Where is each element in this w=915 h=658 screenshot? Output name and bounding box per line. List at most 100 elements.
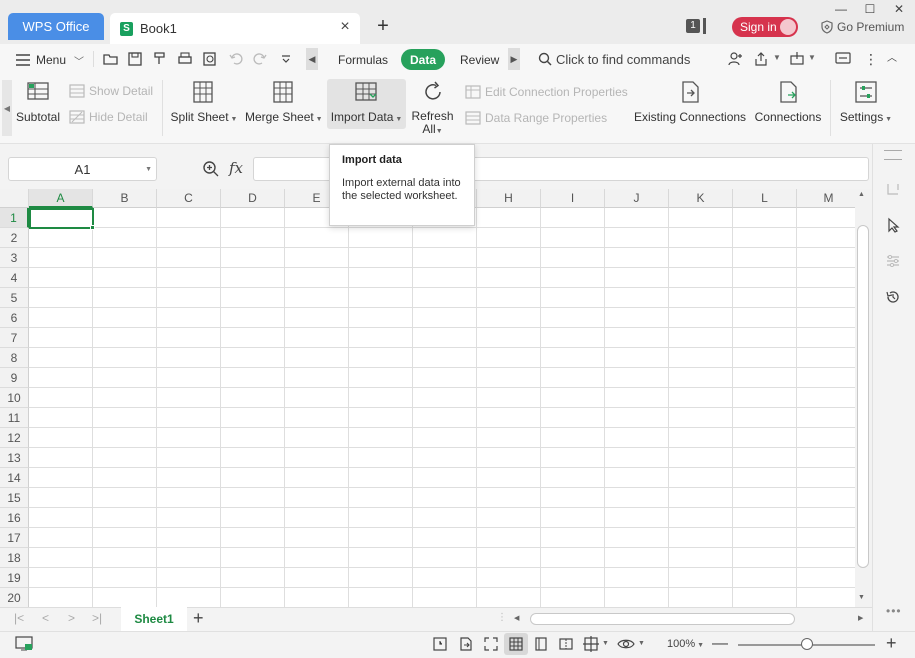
add-user-icon[interactable] (726, 50, 744, 68)
format-painter-icon[interactable] (151, 50, 169, 68)
column-header[interactable]: J (605, 189, 669, 208)
row-header[interactable]: 6 (0, 308, 29, 328)
freeze-dropdown-icon[interactable]: ▼ (602, 640, 609, 647)
share-dropdown-icon[interactable]: ▼ (773, 53, 781, 62)
tab-wps-office[interactable]: WPS Office (8, 13, 104, 40)
export-dropdown-icon[interactable]: ▼ (808, 53, 816, 62)
ribbon-scroll-right-icon[interactable]: ▶ (508, 48, 520, 70)
row-header[interactable]: 16 (0, 508, 29, 528)
horizontal-scroll-thumb[interactable] (530, 613, 795, 625)
ribbon-scroll-left-icon[interactable]: ◀ (306, 48, 318, 70)
column-header[interactable]: C (157, 189, 221, 208)
tab-review[interactable]: Review (460, 51, 499, 69)
row-header[interactable]: 17 (0, 528, 29, 548)
row-header[interactable]: 7 (0, 328, 29, 348)
scroll-up-icon[interactable]: ▲ (858, 191, 865, 198)
new-tab-plus-icon[interactable]: + (374, 16, 392, 36)
print-icon[interactable] (176, 50, 194, 68)
import-data-button[interactable]: Import Data ▼ (327, 80, 406, 130)
refresh-all-button[interactable]: Refresh All▼ (410, 80, 455, 136)
show-detail-button[interactable]: Show Detail (69, 84, 153, 98)
quick-access-dropdown-icon[interactable] (277, 50, 295, 68)
column-header[interactable]: B (93, 189, 157, 208)
comment-icon[interactable] (834, 50, 852, 68)
row-header[interactable]: 5 (0, 288, 29, 308)
go-premium-button[interactable]: Go Premium (820, 18, 904, 36)
row-header[interactable]: 20 (0, 588, 29, 607)
normal-view-icon[interactable] (508, 636, 524, 652)
page-layout-view-icon[interactable] (533, 636, 549, 652)
save-icon[interactable] (126, 50, 144, 68)
scroll-down-icon[interactable]: ▼ (858, 594, 865, 601)
fullscreen-icon[interactable] (483, 636, 499, 652)
edit-connection-properties-button[interactable]: Edit Connection Properties (465, 85, 628, 99)
minimize-icon[interactable]: — (834, 2, 848, 16)
macro-record-icon[interactable] (15, 636, 33, 652)
export-icon[interactable] (788, 50, 806, 68)
scroll-right-icon[interactable]: ▶ (858, 614, 863, 622)
hide-detail-button[interactable]: Hide Detail (69, 110, 148, 124)
collapse-ribbon-icon[interactable]: ︿ (887, 50, 897, 68)
column-header[interactable]: L (733, 189, 797, 208)
history-icon[interactable] (884, 288, 902, 306)
prev-sheet-icon[interactable]: < (42, 611, 49, 625)
scroll-left-icon[interactable]: ◀ (514, 614, 519, 622)
redo-icon[interactable] (251, 50, 269, 68)
column-header[interactable]: H (477, 189, 541, 208)
panel-menu-icon[interactable] (884, 150, 902, 160)
fill-handle[interactable] (90, 225, 95, 230)
more-options-icon[interactable]: ⋮ (864, 50, 878, 68)
row-header[interactable]: 18 (0, 548, 29, 568)
row-header[interactable]: 8 (0, 348, 29, 368)
ribbon-left-scroll-icon[interactable]: ◀ (2, 80, 12, 136)
first-sheet-icon[interactable]: |< (14, 611, 24, 625)
last-sheet-icon[interactable]: >| (92, 611, 102, 625)
selected-cell-a1[interactable] (29, 208, 94, 229)
column-header[interactable]: M (797, 189, 861, 208)
freeze-panes-icon[interactable] (583, 636, 599, 652)
row-header[interactable]: 3 (0, 248, 29, 268)
zoom-formula-icon[interactable] (202, 160, 220, 178)
connections-button[interactable]: Connections (753, 80, 823, 130)
settings-button[interactable]: Settings ▼ (838, 80, 894, 130)
row-header[interactable]: 1 (0, 208, 29, 228)
column-header[interactable]: D (221, 189, 285, 208)
find-commands-search[interactable]: Click to find commands (538, 50, 690, 68)
eye-protection-icon[interactable] (617, 636, 635, 652)
tab-split-handle-icon[interactable]: ⋮ (497, 612, 507, 623)
row-header[interactable]: 10 (0, 388, 29, 408)
row-header[interactable]: 9 (0, 368, 29, 388)
close-tab-icon[interactable]: × (338, 19, 352, 35)
row-header[interactable]: 11 (0, 408, 29, 428)
sheet-tab-sheet1[interactable]: Sheet1 (121, 607, 187, 631)
tab-formulas[interactable]: Formulas (338, 51, 388, 69)
panel-resize-icon[interactable] (884, 180, 902, 198)
sign-in-button[interactable]: Sign in (732, 17, 798, 37)
column-header[interactable]: A (29, 189, 93, 208)
vertical-scroll-thumb[interactable] (857, 225, 869, 568)
page-break-view-icon[interactable] (558, 636, 574, 652)
row-header[interactable]: 2 (0, 228, 29, 248)
existing-connections-button[interactable]: Existing Connections (634, 80, 746, 130)
name-box[interactable]: A1 ▼ (8, 157, 157, 181)
export-pdf-icon[interactable] (458, 636, 474, 652)
column-header[interactable]: I (541, 189, 605, 208)
close-window-icon[interactable]: ✕ (892, 2, 906, 16)
insert-function-icon[interactable]: fx (229, 159, 243, 177)
print-preview-icon[interactable] (201, 50, 219, 68)
row-header[interactable]: 15 (0, 488, 29, 508)
protect-icon[interactable] (432, 636, 448, 652)
column-header[interactable]: K (669, 189, 733, 208)
merge-sheet-button[interactable]: Merge Sheet ▼ (245, 80, 323, 130)
undo-icon[interactable] (227, 50, 245, 68)
spreadsheet-grid[interactable]: ABCDEFGHIJKLM 12345678910111213141516171… (0, 189, 872, 607)
add-sheet-icon[interactable]: + (193, 608, 204, 629)
zoom-slider-knob[interactable] (801, 638, 813, 650)
row-header[interactable]: 4 (0, 268, 29, 288)
filter-sliders-icon[interactable] (884, 252, 902, 270)
row-header[interactable]: 14 (0, 468, 29, 488)
row-header[interactable]: 12 (0, 428, 29, 448)
zoom-in-icon[interactable]: + (886, 633, 897, 653)
name-box-dropdown-icon[interactable]: ▼ (145, 166, 152, 173)
window-count-badge[interactable]: 1 (686, 19, 700, 33)
